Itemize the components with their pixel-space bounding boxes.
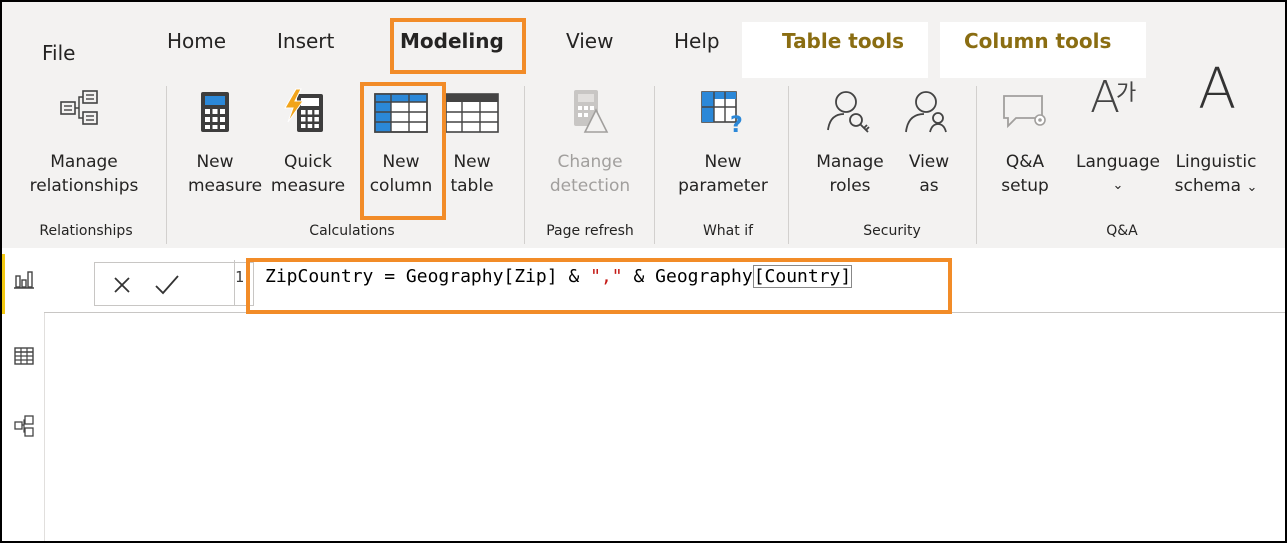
language-label: Language <box>1076 152 1160 172</box>
model-view-icon[interactable] <box>13 414 35 438</box>
new-measure-label-1: New <box>196 152 234 172</box>
highlight-formula <box>246 258 952 314</box>
language-button[interactable]: A 가 Language ⌄ <box>1068 76 1168 198</box>
qa-setup-button[interactable]: Q&A setup <box>994 88 1056 198</box>
new-parameter-button[interactable]: ? New parameter <box>668 88 778 198</box>
new-table-button[interactable]: New table <box>438 88 506 198</box>
change-detection-label-2: detection <box>549 176 631 196</box>
linguistic-schema-label-2: schema ⌄ <box>1168 174 1264 200</box>
language-icon: A 가 <box>1090 76 1150 134</box>
change-detection-icon <box>574 90 609 133</box>
new-table-icon <box>445 93 499 133</box>
formula-line-number: 1 <box>235 268 245 286</box>
calculator-icon <box>201 92 229 132</box>
group-label-page-refresh: Page refresh <box>546 223 634 239</box>
tab-help[interactable]: Help <box>674 29 720 53</box>
new-parameter-label-1: New <box>704 152 742 172</box>
quick-measure-label-1: Quick <box>283 152 333 172</box>
data-view-icon[interactable] <box>13 346 35 366</box>
left-nav <box>2 248 45 541</box>
group-label-security: Security <box>863 223 921 239</box>
chevron-down-icon: ⌄ <box>1246 180 1258 195</box>
language-icon-glyph: 가 <box>1116 81 1137 106</box>
group-label-qa: Q&A <box>1106 223 1138 239</box>
divider <box>788 86 789 244</box>
highlight-new-column <box>360 82 446 220</box>
divider <box>654 86 655 244</box>
tab-home[interactable]: Home <box>167 29 226 53</box>
new-parameter-icon: ? <box>701 91 743 134</box>
svg-text:?: ? <box>730 113 743 134</box>
qa-setup-label-2: setup <box>1001 176 1049 196</box>
commit-check-icon[interactable] <box>153 273 181 297</box>
manage-relationships-label-2: relationships <box>29 176 139 196</box>
new-measure-button[interactable]: New measure <box>188 88 263 198</box>
manage-roles-label-2: roles <box>829 176 871 196</box>
app-window: File Home Insert Modeling View Help Tabl… <box>0 0 1287 543</box>
linguistic-schema-button[interactable]: A Linguistic schema ⌄ <box>1168 62 1264 200</box>
view-as-label-1: View <box>908 152 950 172</box>
ribbon-tab-bar: File Home Insert Modeling View Help Tabl… <box>2 2 1285 78</box>
change-detection-button[interactable]: Change detection <box>540 88 640 198</box>
group-label-calculations: Calculations <box>309 223 395 239</box>
view-as-label-2: as <box>919 176 939 196</box>
tab-table-tools[interactable]: Table tools <box>782 29 904 53</box>
chevron-down-icon: ⌄ <box>1112 178 1124 193</box>
new-measure-label-2: measure <box>188 176 263 196</box>
group-label-what-if: What if <box>702 223 754 239</box>
quick-measure-button[interactable]: Quick measure <box>268 88 348 198</box>
view-as-icon <box>905 91 947 133</box>
qa-setup-label-1: Q&A <box>1005 152 1045 172</box>
divider <box>166 86 167 244</box>
manage-relationships-label-1: Manage <box>50 152 118 172</box>
manage-relationships-button[interactable]: Manage relationships <box>24 88 144 198</box>
qa-setup-icon <box>1003 95 1046 129</box>
linguistic-schema-label-1: Linguistic <box>1175 152 1257 172</box>
view-as-button[interactable]: View as <box>894 88 964 198</box>
nav-selected-indicator <box>2 254 5 314</box>
manage-roles-label-1: Manage <box>816 152 884 172</box>
group-label-relationships: Relationships <box>39 223 133 239</box>
new-table-label-1: New <box>453 152 491 172</box>
relationships-icon <box>60 90 98 125</box>
new-parameter-label-2: parameter <box>678 176 768 196</box>
highlight-modeling-tab <box>390 18 526 74</box>
quick-measure-label-2: measure <box>270 176 346 196</box>
formula-commit-buttons <box>94 262 254 306</box>
report-view-icon[interactable] <box>13 268 35 290</box>
divider <box>976 86 977 244</box>
cancel-icon[interactable] <box>111 274 133 296</box>
manage-roles-button[interactable]: Manage roles <box>802 88 898 198</box>
tab-file[interactable]: File <box>42 41 75 65</box>
linguistic-schema-icon: A <box>1198 57 1237 122</box>
quick-measure-icon <box>284 88 323 132</box>
tab-insert[interactable]: Insert <box>277 29 334 53</box>
manage-roles-icon <box>827 91 870 133</box>
new-table-label-2: table <box>450 176 494 196</box>
ribbon: Manage relationships New measure Quick m… <box>2 62 1285 249</box>
divider <box>524 86 525 244</box>
linguistic-schema-label-2-text: schema <box>1174 176 1242 196</box>
tab-view[interactable]: View <box>566 29 613 53</box>
change-detection-label-1: Change <box>557 152 623 172</box>
tab-column-tools[interactable]: Column tools <box>964 29 1111 53</box>
